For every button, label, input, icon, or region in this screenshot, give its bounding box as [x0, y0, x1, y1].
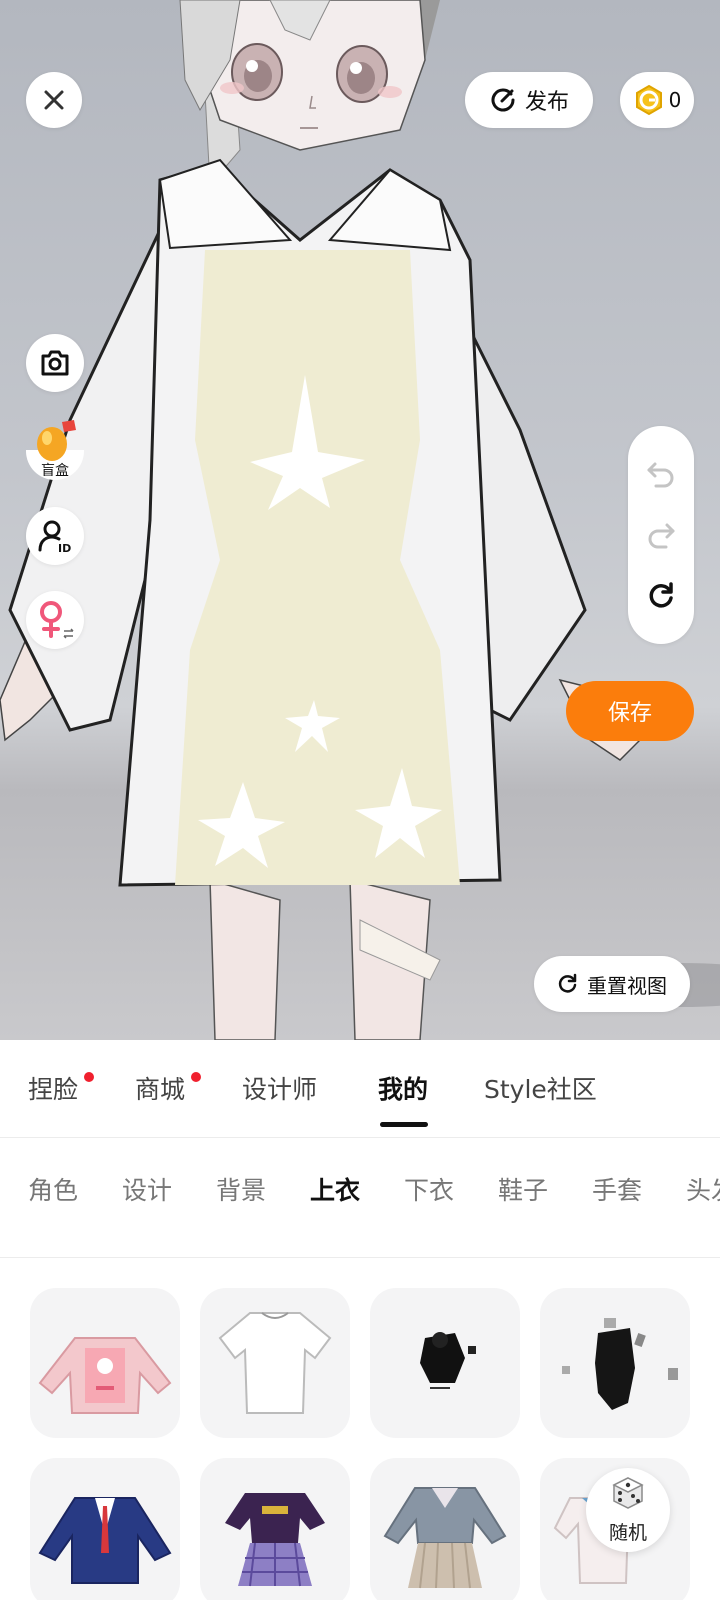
- refresh-button[interactable]: [628, 568, 694, 624]
- category-role[interactable]: 角色: [28, 1171, 78, 1207]
- item-card-black-top[interactable]: [370, 1288, 520, 1438]
- item-card-gray-sailor-uniform[interactable]: [370, 1458, 520, 1600]
- random-button[interactable]: 随机: [586, 1468, 670, 1552]
- dice-icon: [612, 1477, 644, 1509]
- gray-sailor-uniform-thumbnail: [383, 1487, 507, 1589]
- item-card-black-bodysuit[interactable]: [540, 1288, 690, 1438]
- tab-face[interactable]: 捏脸: [28, 1070, 78, 1106]
- tab-designer[interactable]: 设计师: [242, 1070, 317, 1106]
- coin-balance[interactable]: 0: [620, 72, 694, 128]
- publish-label: 发布: [524, 90, 569, 115]
- close-button[interactable]: [26, 72, 82, 128]
- reset-view-icon: [558, 973, 577, 993]
- category-bottom[interactable]: 下衣: [404, 1171, 454, 1207]
- tab-mine[interactable]: 我的: [378, 1070, 428, 1106]
- redo-button[interactable]: [628, 507, 694, 563]
- item-card-navy-blazer[interactable]: [30, 1458, 180, 1600]
- redo-icon: [648, 523, 675, 549]
- category-top[interactable]: 上衣: [310, 1171, 360, 1207]
- main-tab-bar: 捏脸 商城 设计师 我的 Style社区: [0, 1040, 720, 1138]
- item-card-pink-sweater[interactable]: [30, 1288, 180, 1438]
- reset-view-button[interactable]: 重置视图: [534, 956, 690, 1012]
- camera-button[interactable]: [26, 334, 84, 392]
- coin-count: 0: [668, 88, 682, 112]
- refresh-icon: [649, 582, 673, 608]
- history-controls: [628, 426, 694, 644]
- category-design[interactable]: 设计: [122, 1171, 172, 1207]
- pink-sweater-thumbnail: [38, 1337, 172, 1414]
- tab-face-badge: [84, 1072, 94, 1082]
- reset-view-label: 重置视图: [587, 973, 667, 998]
- random-label: 随机: [608, 1522, 647, 1544]
- tab-mall-badge: [191, 1072, 201, 1082]
- blind-box-button[interactable]: 盲盒: [26, 418, 86, 488]
- item-card-purple-plaid-dress[interactable]: [200, 1458, 350, 1600]
- close-icon: [44, 90, 64, 110]
- blind-box-label: 盲盒: [41, 463, 69, 479]
- category-background[interactable]: 背景: [216, 1171, 266, 1207]
- publish-icon: [491, 88, 515, 112]
- tab-style-community[interactable]: Style社区: [484, 1070, 597, 1106]
- black-bodysuit-thumbnail: [562, 1318, 678, 1410]
- category-shoes[interactable]: 鞋子: [498, 1171, 548, 1207]
- category-hair[interactable]: 头发: [686, 1171, 720, 1207]
- save-button[interactable]: 保存: [566, 681, 694, 741]
- egg-icon: [37, 420, 76, 461]
- avatar-id-icon: ID: [38, 520, 71, 554]
- navy-blazer-thumbnail: [38, 1497, 172, 1584]
- coin-icon: [635, 84, 662, 116]
- avatar-viewport[interactable]: 发布 0 盲盒 ID 保存 重置视图: [0, 0, 720, 1040]
- female-gender-icon: [40, 601, 74, 639]
- category-gloves[interactable]: 手套: [592, 1171, 642, 1207]
- avatar-id-button[interactable]: ID: [26, 507, 84, 565]
- active-tab-indicator: [380, 1122, 428, 1127]
- white-tshirt-thumbnail: [218, 1312, 332, 1414]
- undo-icon: [647, 462, 674, 488]
- publish-button[interactable]: 发布: [465, 72, 593, 128]
- purple-plaid-dress-thumbnail: [225, 1493, 325, 1587]
- item-card-white-tshirt[interactable]: [200, 1288, 350, 1438]
- camera-icon: [41, 350, 69, 376]
- tab-mall[interactable]: 商城: [135, 1070, 185, 1106]
- gender-switch-button[interactable]: [26, 591, 84, 649]
- undo-button[interactable]: [628, 446, 694, 502]
- black-top-thumbnail: [420, 1332, 476, 1389]
- svg-text:ID: ID: [58, 542, 71, 554]
- avatar-preview: [0, 0, 720, 1040]
